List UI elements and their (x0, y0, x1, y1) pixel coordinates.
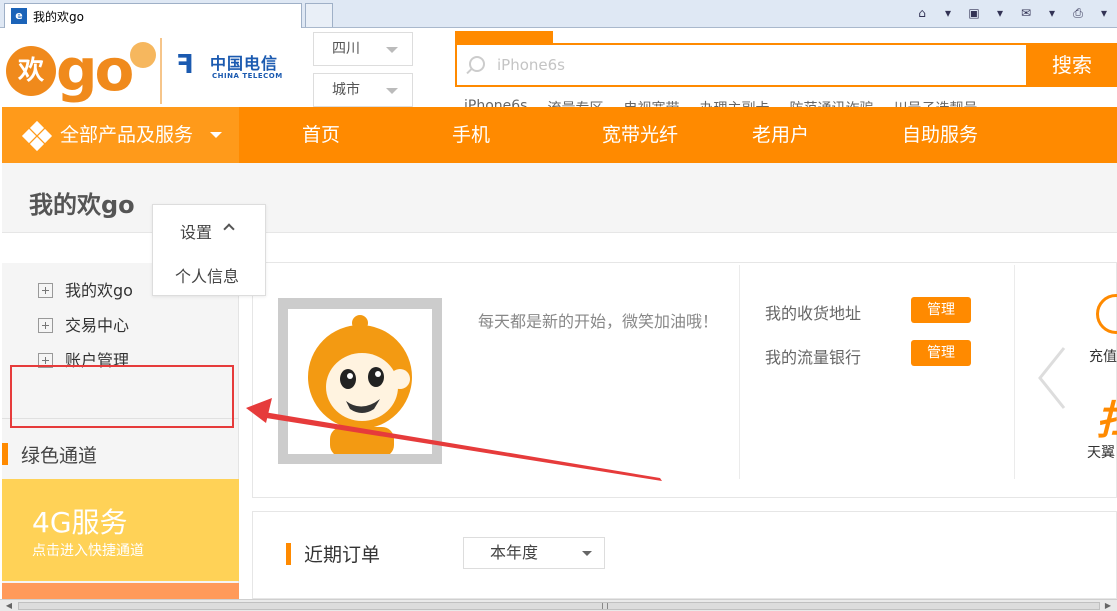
chevron-down-icon (386, 47, 398, 53)
expand-plus-icon (38, 283, 53, 298)
settings-toggle[interactable]: 设置 (180, 219, 212, 243)
search-button[interactable]: 搜索 (1027, 43, 1117, 87)
panel-divider (739, 265, 740, 479)
sidebar-item-label: 交易中心 (65, 316, 130, 335)
scroll-right-icon[interactable]: ▶ (1101, 601, 1115, 611)
browser-toolbar: ⌂ ▾ ▣ ▾ ✉ ▾ ⎙ ▾ (913, 4, 1113, 22)
green-channel-heading: 绿色通道 (2, 441, 97, 468)
heading-accent-bar (2, 443, 8, 465)
scrollbar-grip-icon (602, 603, 608, 609)
rss-icon[interactable]: ▣ (965, 4, 983, 22)
browser-tab-title: 我的欢go (33, 9, 84, 24)
diamond-grid-icon (21, 120, 53, 152)
order-period-select[interactable]: 本年度 (463, 537, 605, 569)
sidebar-item-transactions[interactable]: 交易中心 (38, 313, 133, 348)
chevron-down-icon (386, 88, 398, 94)
telecom-cn-text: 中国电信 (210, 54, 279, 73)
dropdown-arrow-icon[interactable]: ▾ (1095, 4, 1113, 22)
annotation-highlight-box (10, 365, 234, 428)
new-tab-button[interactable] (305, 3, 333, 27)
promo-subtitle: 点击进入快捷通道 (32, 543, 144, 559)
order-period-value: 本年度 (490, 543, 539, 562)
search-icon (469, 56, 485, 72)
scroll-left-icon[interactable]: ◀ (2, 601, 16, 611)
logo-huan-mark: 欢 (6, 46, 56, 96)
site-favicon-icon: e (11, 8, 27, 24)
telecom-en-text: CHINA TELECOM (212, 72, 283, 80)
china-telecom-icon: ꟻ (176, 50, 194, 80)
horizontal-scrollbar[interactable]: ◀ ▶ (0, 599, 1117, 611)
dropdown-arrow-icon[interactable]: ▾ (939, 4, 957, 22)
tianyi-label[interactable]: 天翼 (1087, 442, 1115, 462)
browser-tab-bar: e 我的欢go ⌂ ▾ ▣ ▾ ✉ ▾ ⎙ ▾ (0, 0, 1117, 28)
sidebar-item-my-huango[interactable]: 我的欢go (38, 278, 133, 313)
settings-dropdown: 设置 个人信息 (152, 204, 266, 296)
carousel-prev-icon[interactable] (1036, 346, 1072, 410)
orders-heading: 近期订单 (286, 540, 380, 567)
heading-accent-bar (286, 543, 291, 565)
dropdown-arrow-icon[interactable]: ▾ (991, 4, 1009, 22)
address-label: 我的收货地址 (765, 304, 862, 323)
mail-icon[interactable]: ✉ (1017, 4, 1035, 22)
manage-address-button[interactable]: 管理 (911, 297, 971, 323)
caret-down-icon (210, 132, 222, 138)
nav-item-self-service[interactable]: 自助服务 (902, 107, 978, 163)
nav-item-home[interactable]: 首页 (302, 107, 340, 163)
tianyi-logo-icon: 扫 (1096, 388, 1117, 446)
logo-divider (160, 38, 162, 104)
search-input[interactable] (497, 53, 997, 77)
home-icon[interactable]: ⌂ (913, 4, 931, 22)
province-select[interactable]: 四川 (313, 32, 413, 66)
panel-divider (1014, 265, 1015, 479)
orders-panel (252, 511, 1117, 599)
print-icon[interactable]: ⎙ (1069, 4, 1087, 22)
city-select[interactable]: 城市 (313, 73, 413, 107)
expand-plus-icon (38, 318, 53, 333)
browser-tab[interactable]: e 我的欢go (4, 3, 302, 28)
dropdown-arrow-icon[interactable]: ▾ (1043, 4, 1061, 22)
profile-motto: 每天都是新的开始，微笑加油哦！ (478, 312, 719, 331)
flow-bank-label: 我的流量银行 (765, 348, 862, 367)
main-nav: 全部产品及服务 首页 手机 宽带光纤 老用户 自助服务 (2, 107, 1117, 163)
city-value: 城市 (332, 82, 360, 98)
page-title: 我的欢go (29, 191, 135, 219)
personal-info-option[interactable]: 个人信息 (175, 263, 239, 287)
promo-4g-card[interactable]: 4G服务 点击进入快捷通道 (2, 479, 239, 581)
all-products-menu[interactable]: 全部产品及服务 (2, 107, 239, 163)
all-products-label: 全部产品及服务 (60, 124, 194, 146)
huango-logo[interactable]: 欢 go (6, 36, 156, 106)
chevron-up-icon (223, 223, 235, 235)
avatar[interactable] (288, 309, 432, 454)
recharge-label[interactable]: 充值 (1089, 346, 1117, 366)
nav-item-broadband[interactable]: 宽带光纤 (602, 107, 678, 163)
promo-next-card[interactable] (2, 583, 239, 599)
nav-item-existing-users[interactable]: 老用户 (752, 107, 809, 163)
china-telecom-logo: ꟻ 中国电信 CHINA TELECOM (176, 48, 286, 88)
green-channel-label: 绿色通道 (21, 445, 98, 467)
sidebar-item-label: 我的欢go (65, 281, 133, 300)
search-box (455, 43, 1028, 87)
province-value: 四川 (332, 41, 360, 57)
scrollbar-thumb[interactable] (18, 602, 1100, 610)
logo-dot (130, 42, 156, 68)
nav-item-phones[interactable]: 手机 (452, 107, 490, 163)
logo-go-text: go (56, 36, 134, 104)
orders-title: 近期订单 (304, 544, 381, 566)
chevron-down-icon (582, 551, 592, 556)
mascot-avatar-icon (308, 315, 412, 454)
manage-flow-button[interactable]: 管理 (911, 340, 971, 366)
promo-title: 4G服务 (32, 506, 128, 539)
